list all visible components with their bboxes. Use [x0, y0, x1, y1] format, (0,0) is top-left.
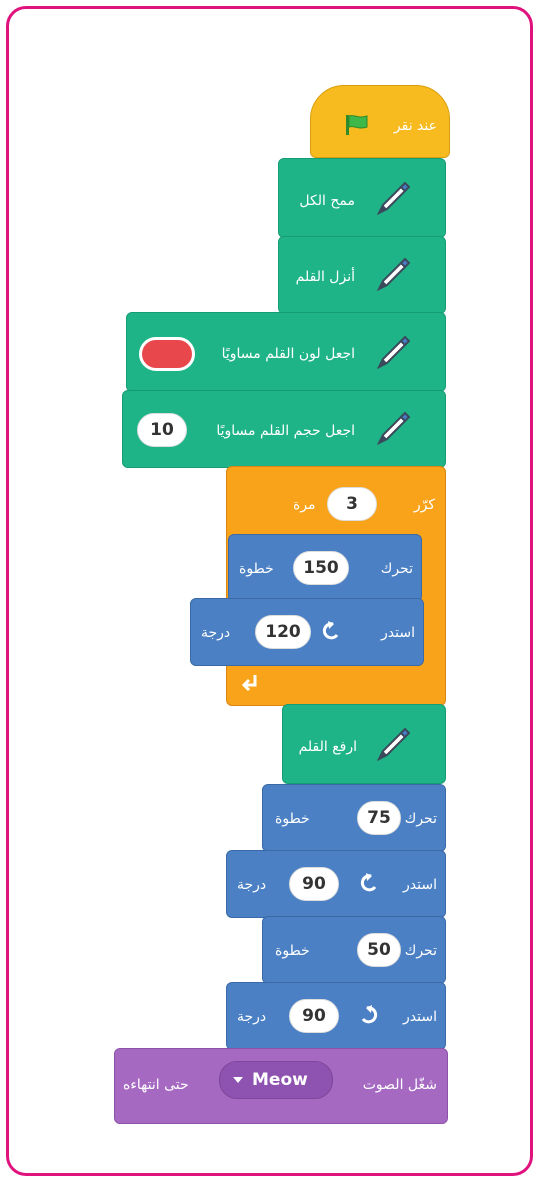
move-label: تحرك: [404, 811, 437, 827]
pen-color-swatch[interactable]: [139, 337, 195, 371]
green-flag-icon: [346, 115, 368, 135]
when-flag-clicked-block[interactable]: عند نقر: [310, 85, 450, 158]
turn-suffix: درجة: [237, 1009, 267, 1025]
move-suffix: خطوة: [239, 561, 274, 577]
erase-all-block[interactable]: ممح الكل: [278, 158, 446, 238]
pen-icon: [376, 411, 411, 446]
sound-name: Meow: [252, 1070, 308, 1090]
turn-left-block[interactable]: استدر 90 درجة: [226, 850, 446, 918]
move-suffix: خطوة: [275, 943, 310, 959]
rotate-left-icon: [322, 621, 339, 640]
pen-icon: [376, 257, 411, 292]
play-sound-until-done-block[interactable]: شغّل الصوت Meow حتى انتهاءه: [114, 1048, 448, 1124]
repeat-count-input[interactable]: 3: [327, 487, 377, 521]
when-flag-label: عند نقر: [393, 118, 437, 134]
repeat-suffix: مرة: [293, 497, 316, 513]
pen-icon: [376, 335, 411, 370]
sound-dropdown[interactable]: Meow: [219, 1061, 333, 1099]
pen-down-label: أنزل القلم: [295, 269, 355, 285]
turn-label: استدر: [403, 877, 437, 893]
erase-all-label: ممح الكل: [299, 193, 355, 209]
move-suffix: خطوة: [275, 811, 310, 827]
turn-degrees-input[interactable]: 90: [289, 867, 339, 901]
turn-suffix: درجة: [201, 625, 231, 641]
play-sound-label: شغّل الصوت: [362, 1077, 437, 1093]
move-steps-block[interactable]: تحرك 150 خطوة: [228, 534, 422, 602]
turn-right-block[interactable]: استدر 90 درجة: [226, 982, 446, 1050]
turn-label: استدر: [381, 625, 415, 641]
set-pen-size-label: اجعل حجم القلم مساويًا: [216, 423, 355, 439]
turn-degrees-input[interactable]: 90: [289, 999, 339, 1033]
move-label: تحرك: [404, 943, 437, 959]
chevron-down-icon: [233, 1077, 243, 1083]
repeat-label: كرّر: [413, 497, 435, 513]
play-sound-suffix: حتى انتهاءه: [123, 1077, 189, 1093]
set-pen-color-label: اجعل لون القلم مساويًا: [221, 346, 355, 362]
pen-icon: [376, 181, 411, 216]
move-label: تحرك: [380, 561, 413, 577]
pen-up-block[interactable]: ارفع القلم: [282, 704, 446, 784]
pen-size-input[interactable]: 10: [137, 413, 187, 447]
pen-icon: [376, 727, 411, 762]
set-pen-color-block[interactable]: اجعل لون القلم مساويًا: [126, 312, 446, 392]
move-steps-input[interactable]: 50: [357, 933, 401, 967]
move-steps-block[interactable]: تحرك 50 خطوة: [262, 916, 446, 984]
turn-left-block[interactable]: استدر 120 درجة: [190, 598, 424, 666]
rotate-right-icon: [361, 1005, 378, 1024]
move-steps-input[interactable]: 75: [357, 801, 401, 835]
repeat-arrow-icon: [241, 675, 257, 692]
turn-degrees-input[interactable]: 120: [255, 615, 311, 649]
rotate-left-icon: [360, 873, 377, 892]
set-pen-size-block[interactable]: اجعل حجم القلم مساويًا 10: [122, 390, 446, 468]
pen-up-label: ارفع القلم: [298, 739, 357, 755]
turn-suffix: درجة: [237, 877, 267, 893]
pen-down-block[interactable]: أنزل القلم: [278, 236, 446, 314]
turn-label: استدر: [403, 1009, 437, 1025]
move-steps-block[interactable]: تحرك 75 خطوة: [262, 784, 446, 852]
move-steps-input[interactable]: 150: [293, 551, 349, 585]
